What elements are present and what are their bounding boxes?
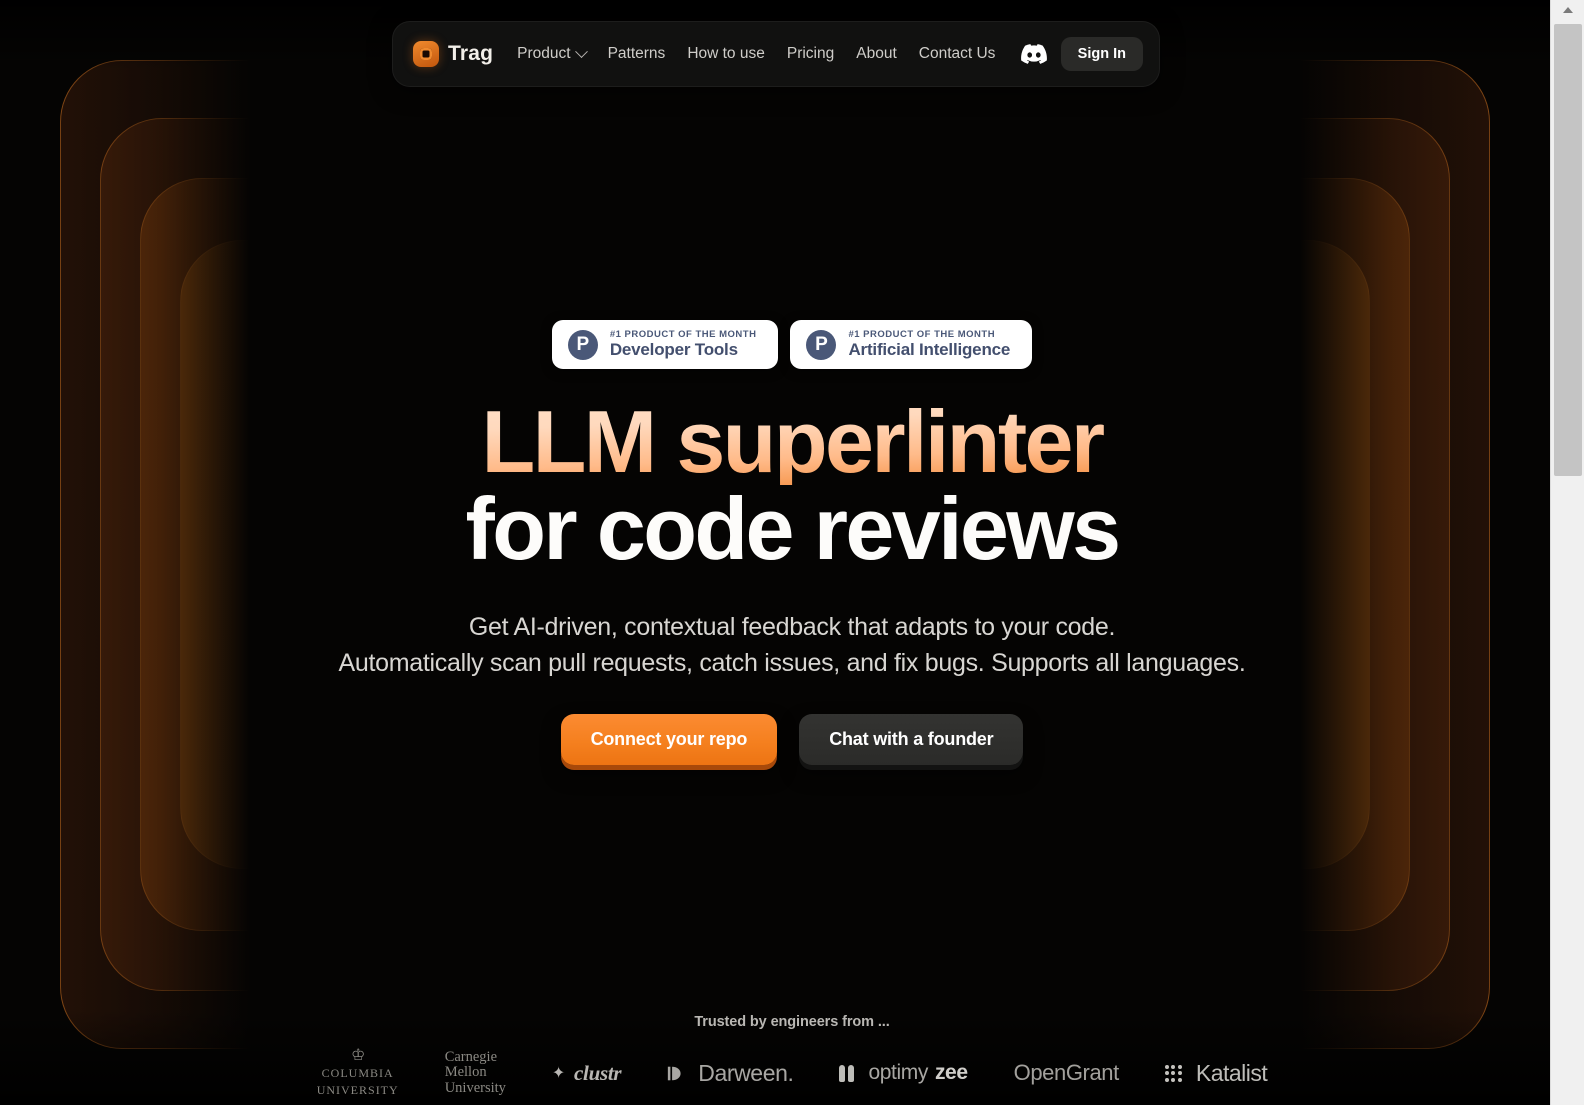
katalist-dots-icon bbox=[1164, 1064, 1182, 1082]
trag-logo-icon bbox=[413, 41, 439, 67]
star-icon: ✦ bbox=[551, 1065, 566, 1082]
nav-right-actions: Sign In bbox=[1020, 37, 1143, 71]
crown-icon: ♔ bbox=[351, 1047, 365, 1064]
brand-name: Trag bbox=[448, 42, 494, 65]
logo-text-bold: zee bbox=[934, 1061, 968, 1084]
logo-darween: Darween. bbox=[667, 1059, 794, 1087]
logo-text-line-3: University bbox=[444, 1079, 506, 1096]
logo-text-light: optimy bbox=[868, 1061, 928, 1084]
page-title: LLM superlinter for code reviews bbox=[0, 397, 1584, 579]
trusted-by-section: Trusted by engineers from ... ♔ COLUMBIA… bbox=[0, 1014, 1584, 1098]
optimyzee-mark-icon bbox=[839, 1064, 855, 1082]
badge-artificial-intelligence[interactable]: P #1 PRODUCT OF THE MONTH Artificial Int… bbox=[790, 320, 1033, 370]
badge-developer-tools[interactable]: P #1 PRODUCT OF THE MONTH Developer Tool… bbox=[551, 320, 779, 370]
logo-katalist: Katalist bbox=[1164, 1059, 1268, 1087]
logo-text-line-1: Carnegie bbox=[444, 1048, 498, 1065]
logo-clustr: ✦ clustr bbox=[551, 1060, 622, 1086]
partner-logo-row: ♔ COLUMBIA UNIVERSITY Carnegie Mellon Un… bbox=[0, 1048, 1584, 1098]
headline-line-2: for code reviews bbox=[465, 479, 1122, 579]
connect-your-repo-button[interactable]: Connect your repo bbox=[560, 714, 778, 765]
product-hunt-icon: P bbox=[567, 329, 598, 360]
logo-optimyzee: optimy zee bbox=[839, 1061, 968, 1085]
nav-item-about[interactable]: About bbox=[856, 45, 897, 63]
badge-title: Artificial Intelligence bbox=[848, 340, 1011, 360]
badge-kicker: #1 PRODUCT OF THE MONTH bbox=[848, 329, 996, 340]
nav-links: Product Patterns How to use Pricing Abou… bbox=[517, 44, 996, 63]
scrollbar-thumb[interactable] bbox=[1554, 24, 1582, 476]
logo-text: Darween. bbox=[698, 1059, 794, 1086]
main-navbar: Trag Product Patterns How to use Pricing… bbox=[392, 21, 1160, 87]
logo-opengrant: OpenGrant bbox=[1013, 1060, 1120, 1086]
product-hunt-badges: P #1 PRODUCT OF THE MONTH Developer Tool… bbox=[0, 320, 1584, 370]
product-hunt-icon: P bbox=[806, 329, 837, 360]
logo-text-line-1: COLUMBIA bbox=[321, 1066, 394, 1080]
sign-in-button[interactable]: Sign In bbox=[1060, 37, 1143, 71]
cta-row: Connect your repo Chat with a founder bbox=[0, 714, 1584, 765]
nav-item-contact-us[interactable]: Contact Us bbox=[919, 45, 996, 63]
nav-item-how-to-use[interactable]: How to use bbox=[687, 45, 765, 63]
hero-subheading: Get AI-driven, contextual feedback that … bbox=[0, 610, 1584, 681]
subhead-line-1: Get AI-driven, contextual feedback that … bbox=[468, 613, 1116, 641]
logo-text-line-2: UNIVERSITY bbox=[316, 1083, 399, 1097]
nav-item-product[interactable]: Product bbox=[517, 44, 588, 63]
nav-item-pricing[interactable]: Pricing bbox=[787, 45, 834, 63]
logo-text: Katalist bbox=[1195, 1059, 1268, 1086]
badge-kicker: #1 PRODUCT OF THE MONTH bbox=[609, 329, 757, 340]
subhead-line-2: Automatically scan pull requests, catch … bbox=[338, 648, 1246, 677]
badge-text: #1 PRODUCT OF THE MONTH Developer Tools bbox=[610, 329, 757, 360]
badge-text: #1 PRODUCT OF THE MONTH Artificial Intel… bbox=[848, 329, 1010, 360]
logo-columbia-university: ♔ COLUMBIA UNIVERSITY bbox=[317, 1048, 399, 1098]
trusted-by-label: Trusted by engineers from ... bbox=[694, 1014, 890, 1030]
darween-mark-icon bbox=[668, 1066, 681, 1080]
nav-item-label: Product bbox=[517, 45, 571, 62]
vertical-scrollbar[interactable] bbox=[1550, 0, 1584, 1105]
nav-item-patterns[interactable]: Patterns bbox=[608, 45, 666, 63]
discord-icon[interactable] bbox=[1020, 44, 1047, 64]
chat-with-a-founder-button[interactable]: Chat with a founder bbox=[799, 714, 1024, 765]
scroll-up-arrow-icon[interactable] bbox=[1551, 0, 1584, 20]
chevron-down-icon bbox=[574, 44, 588, 58]
logo-carnegie-mellon-university: Carnegie Mellon University bbox=[444, 1048, 506, 1097]
badge-title: Developer Tools bbox=[609, 340, 738, 360]
logo-text-line-2: Mellon bbox=[444, 1064, 487, 1081]
headline-line-1: LLM superlinter bbox=[0, 397, 1584, 485]
logo-text: clustr bbox=[574, 1060, 622, 1085]
brand-logo[interactable]: Trag bbox=[413, 41, 493, 67]
page-root: Trag Product Patterns How to use Pricing… bbox=[0, 0, 1584, 1105]
logo-text: OpenGrant bbox=[1013, 1060, 1120, 1085]
